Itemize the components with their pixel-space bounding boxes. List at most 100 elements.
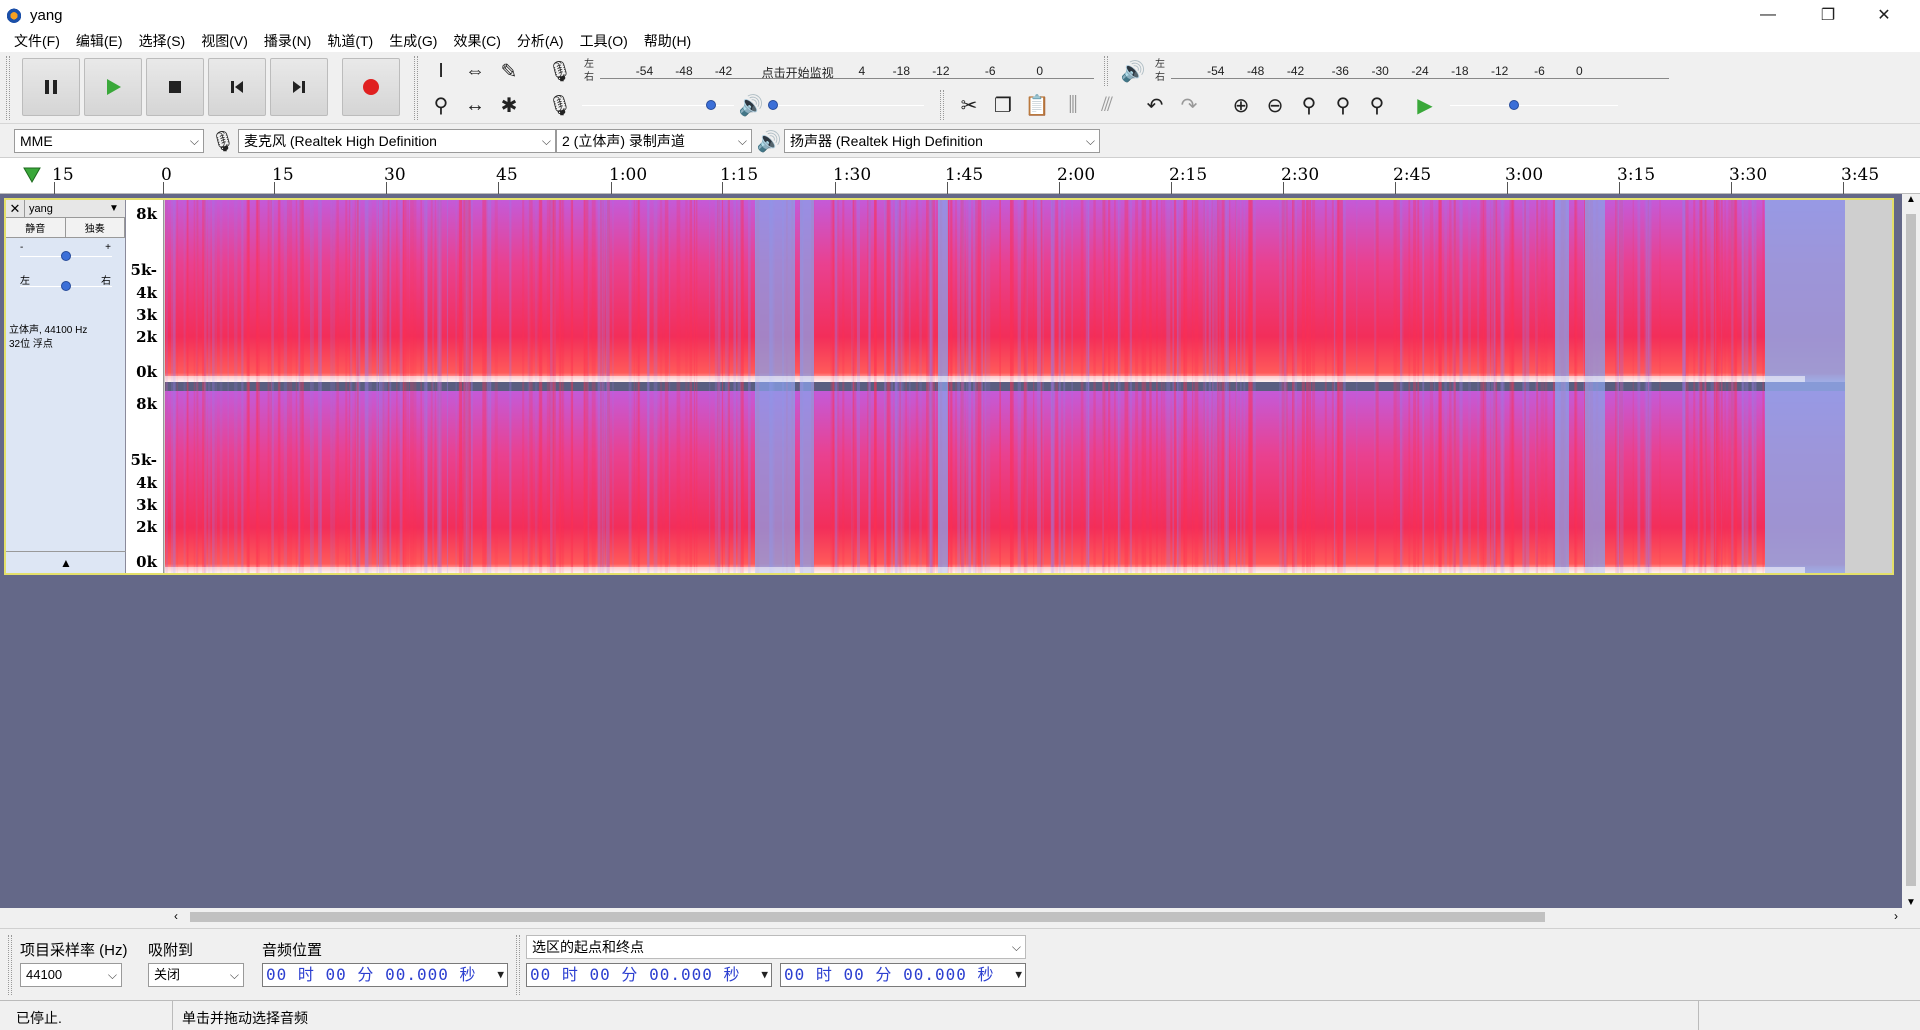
menu-tools[interactable]: 工具(O) [572,30,636,52]
scroll-down-icon[interactable]: ▼ [1902,897,1920,908]
pan-thumb[interactable] [61,281,71,291]
menu-transport[interactable]: 播录(N) [256,30,319,52]
toolbar-grip[interactable] [414,56,418,120]
record-meter[interactable]: 左 右 -54 -48 -42 点击开始监视 4 -18 -12 -6 0 [572,56,1098,86]
skip-to-start-button[interactable] [208,58,266,116]
playback-volume-slider[interactable] [768,93,928,117]
track-name-menu[interactable]: yang [24,199,109,218]
selection-start-field[interactable]: 00 时 00 分 00.000 秒 ▼ [526,963,772,987]
menu-generate[interactable]: 生成(G) [381,30,445,52]
toolbar-grip[interactable] [516,935,520,995]
pan-slider[interactable] [16,274,116,298]
toolbar-grip[interactable] [940,90,944,120]
project-rate-select[interactable]: 44100 ⌵ [20,963,122,987]
cut-icon[interactable]: ✂ [954,90,984,120]
recording-volume-slider[interactable] [578,93,738,117]
toolbar-grip[interactable] [1104,56,1108,86]
spectrogram-view[interactable] [165,200,1892,573]
audio-position-value: 00 时 00 分 00.000 秒 [266,965,477,984]
scroll-right-icon[interactable]: › [1894,909,1898,923]
menu-effect[interactable]: 效果(C) [445,30,508,52]
stop-button[interactable] [146,58,204,116]
vertical-scrollbar[interactable]: ▲ ▼ [1902,194,1920,908]
mute-button[interactable]: 静音 [6,218,66,237]
format-dropdown-icon[interactable]: ▼ [1015,964,1023,986]
fit-selection-icon[interactable]: ⚲ [1294,90,1324,120]
timeline-label: 2:30 [1281,165,1320,185]
selection-mode-select[interactable]: 选区的起点和终点 ⌵ [526,935,1026,959]
meter-tick: -42 [1286,64,1305,78]
copy-icon[interactable]: ❐ [988,90,1018,120]
play-button[interactable] [84,58,142,116]
recording-device-select[interactable]: 麦克风 (Realtek High Definition ⌵ [238,129,556,153]
audio-position-field[interactable]: 00 时 00 分 00.000 秒 ▼ [262,963,508,987]
playback-meter[interactable]: 左 右 -54 -48 -42 -36 -30 -24 -18 -12 -6 0 [1143,56,1673,86]
horizontal-scroll-thumb[interactable] [190,912,1545,922]
trim-audio-icon[interactable]: ⫼ [1058,90,1088,120]
track-menu-chevron-icon[interactable]: ▼ [109,203,125,214]
play-head-triangle-icon[interactable] [22,166,42,184]
selection-tool-icon[interactable]: Ι [426,56,456,86]
audio-track[interactable]: ✕ yang ▼ 静音 独奏 - + 左 右 立体声, 44100 Hz 32位… [4,198,1894,575]
menu-select[interactable]: 选择(S) [131,30,194,52]
solo-button[interactable]: 独奏 [65,218,125,237]
track-panel[interactable]: ✕ yang ▼ 静音 独奏 - + 左 右 立体声, 44100 Hz 32位… [0,194,1902,908]
scroll-up-icon[interactable]: ▲ [1902,194,1920,205]
redo-icon[interactable]: ↷ [1174,90,1204,120]
envelope-tool-icon[interactable]: ⇔ [460,56,490,86]
zoom-tool-icon[interactable]: ⚲ [426,90,456,120]
horizontal-scrollbar[interactable]: ‹ › [170,908,1902,926]
skip-to-end-button[interactable] [270,58,328,116]
playback-device-select[interactable]: 扬声器 (Realtek High Definition ⌵ [784,129,1100,153]
maximize-button[interactable]: ❐ [1800,0,1856,30]
multi-tool-icon[interactable]: ✱ [494,90,524,120]
record-button[interactable] [342,58,400,116]
zoom-out-icon[interactable]: ⊖ [1260,90,1290,120]
chevron-down-icon: ⌵ [189,134,199,148]
track-close-button[interactable]: ✕ [6,201,24,217]
vertical-scroll-thumb[interactable] [1906,214,1916,886]
menu-edit[interactable]: 编辑(E) [68,30,131,52]
timeline-tick [611,182,612,194]
frequency-ruler[interactable]: 8k 5k- 4k 3k 2k 0k 8k 5k- 4k 3k 2k 0k [126,200,164,573]
undo-icon[interactable]: ↶ [1140,90,1170,120]
time-shift-tool-icon[interactable]: ↔ [460,90,490,120]
format-dropdown-icon[interactable]: ▼ [761,964,769,986]
recording-channels-select[interactable]: 2 (立体声) 录制声道 ⌵ [556,129,752,153]
menu-tracks[interactable]: 轨道(T) [319,30,381,52]
play-speed-slider[interactable] [1446,93,1622,117]
toolbar-grip[interactable] [6,56,10,120]
menu-view[interactable]: 视图(V) [193,30,256,52]
toolbar-grip[interactable] [8,935,12,995]
chevron-down-icon: ⌵ [1085,134,1095,148]
menu-file[interactable]: 文件(F) [6,30,68,52]
scroll-left-icon[interactable]: ‹ [174,909,178,923]
minimize-button[interactable]: — [1740,0,1796,30]
menu-analyze[interactable]: 分析(A) [509,30,572,52]
draw-tool-icon[interactable]: ✎ [494,56,524,86]
pause-button[interactable] [22,58,80,116]
silence-audio-icon[interactable]: ⫻ [1092,90,1122,120]
playback-volume-thumb[interactable] [768,100,778,110]
frequency-label: 0k [136,363,157,381]
zoom-in-icon[interactable]: ⊕ [1226,90,1256,120]
menu-help[interactable]: 帮助(H) [636,30,699,52]
close-button[interactable]: ✕ [1856,0,1912,30]
paste-icon[interactable]: 📋 [1022,90,1052,120]
gain-thumb[interactable] [61,251,71,261]
timeline-tick [1171,182,1172,194]
collapse-track-button[interactable]: ▲ [6,551,126,573]
gain-slider[interactable] [16,244,116,268]
audio-host-select[interactable]: MME ⌵ [14,129,204,153]
fit-project-icon[interactable]: ⚲ [1328,90,1358,120]
format-dropdown-icon[interactable]: ▼ [497,964,505,986]
snap-to-select[interactable]: 关闭 ⌵ [148,963,244,987]
selection-end-field[interactable]: 00 时 00 分 00.000 秒 ▼ [780,963,1026,987]
zoom-toggle-icon[interactable]: ⚲ [1362,90,1392,120]
meter-tick: -48 [1246,64,1265,78]
timeline-ruler[interactable]: 15 0 15 30 45 1:00 1:15 1:30 1:45 2:00 2:15 2:30 2:4… [0,158,1920,194]
play-speed-thumb[interactable] [1509,100,1520,110]
play-at-speed-icon[interactable]: ▶ [1410,90,1440,120]
recording-volume-thumb[interactable] [705,100,716,110]
meter-monitor-hint[interactable]: 点击开始监视 [762,64,834,81]
